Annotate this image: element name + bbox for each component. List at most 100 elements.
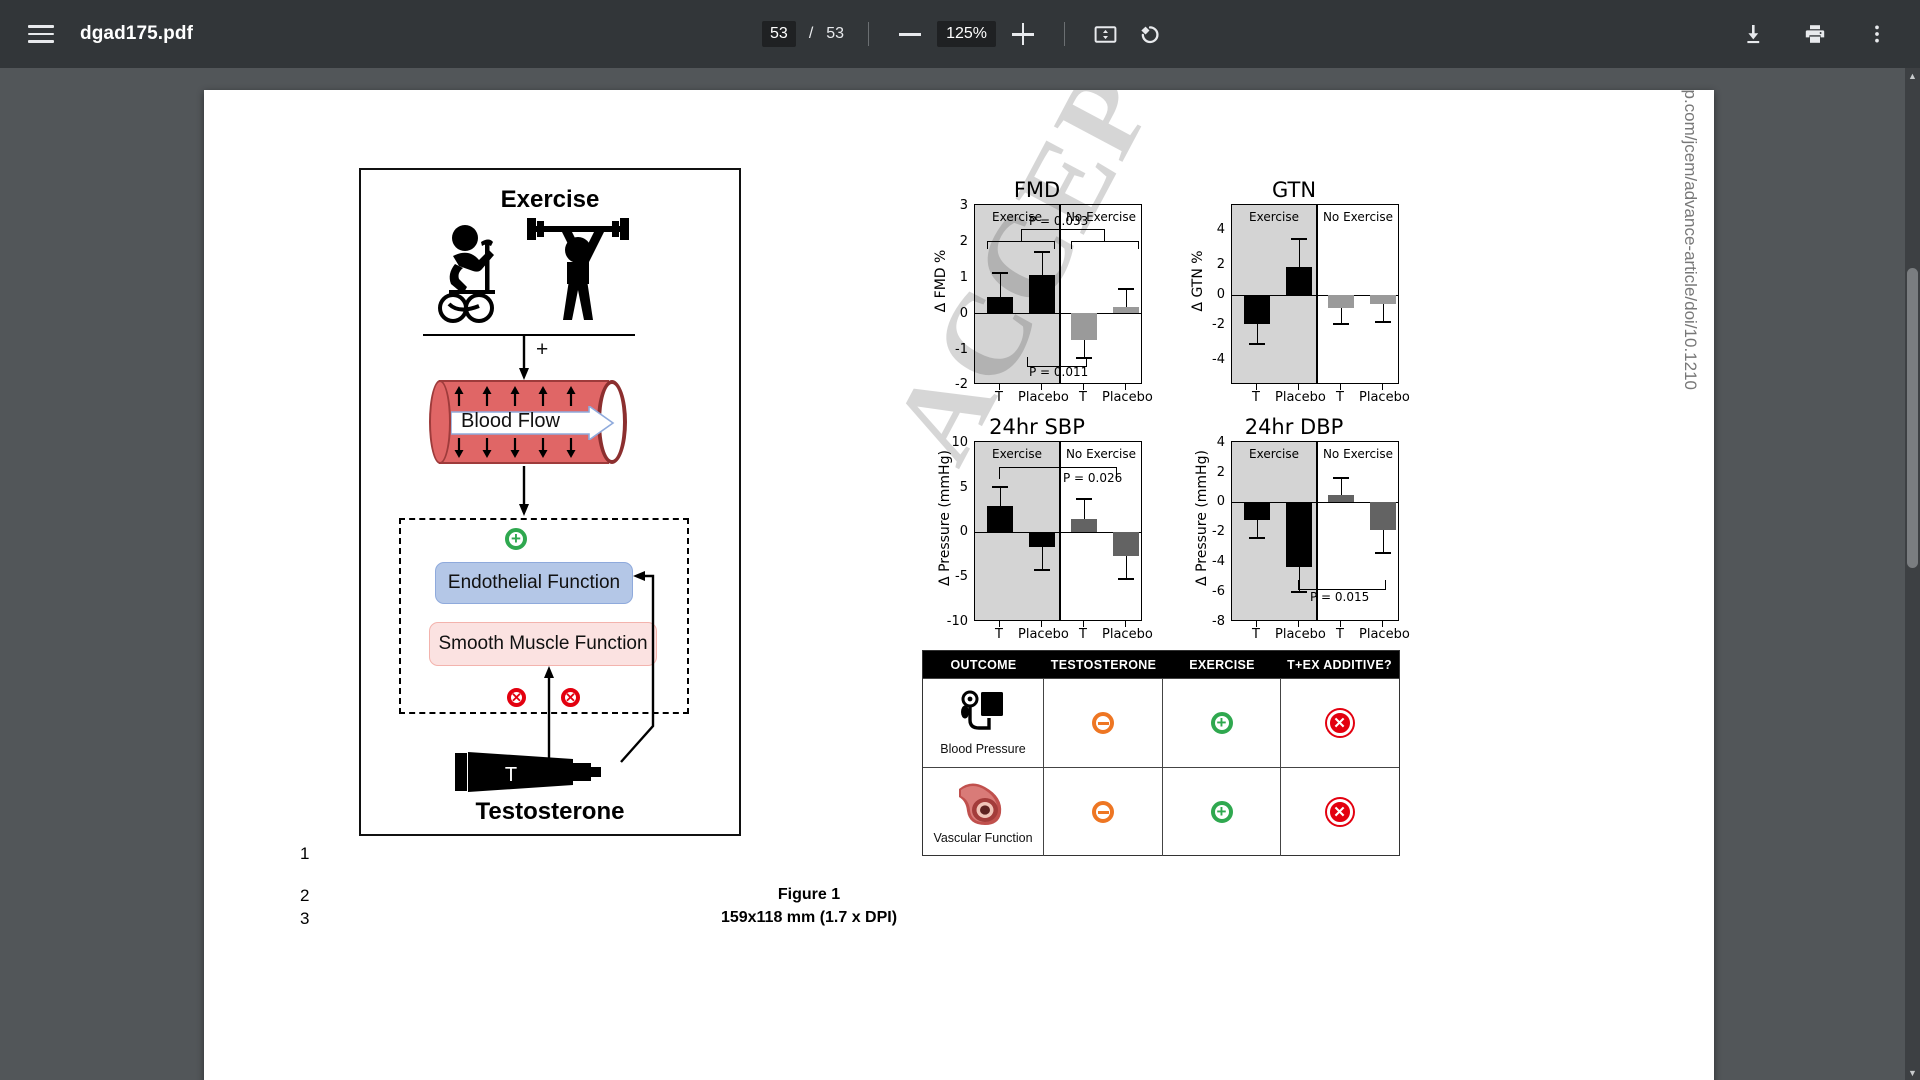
scrollbar-thumb[interactable]	[1907, 268, 1918, 568]
zoom-in-button[interactable]	[1006, 17, 1040, 51]
diagram-title: Exercise	[500, 186, 600, 213]
chart-sbp-pvalue-1: P = 0.026	[1063, 471, 1123, 485]
chart-fmd-pvalue-1: P = 0.033	[1029, 214, 1089, 228]
testosterone-tube-icon: T	[455, 752, 601, 792]
chart-fmd-ytick-1: 2	[959, 234, 968, 249]
print-button[interactable]	[1798, 17, 1832, 51]
fit-to-page-button[interactable]	[1089, 17, 1123, 51]
chart-gtn: GTN Δ GTN % Exercise No Exercise 4 2 0 -…	[1179, 178, 1410, 408]
summary-header-outcome: OUTCOME	[950, 657, 1017, 672]
chart-dbp-xtick-2: T	[1336, 627, 1344, 642]
scroll-up-arrow[interactable]: ▲	[1905, 68, 1920, 83]
zoom-level-display[interactable]: 125%	[937, 21, 996, 47]
chart-dbp-xtick-0: T	[1252, 627, 1260, 642]
chart-gtn-bar-2	[1286, 267, 1312, 295]
chart-fmd-bar-1	[987, 297, 1013, 313]
chart-gtn-ytick-0: 4	[1216, 222, 1225, 237]
chart-sbp-ytick-1: 5	[959, 480, 968, 495]
svg-text:T: T	[505, 764, 517, 786]
chart-gtn-xtick-0: T	[1252, 390, 1260, 405]
chart-fmd-ytick-3: 0	[959, 306, 968, 321]
chart-fmd-plot: Exercise No Exercise P = 0.033 P = 0.011	[974, 204, 1142, 384]
chart-gtn-xtick-3: Placebo	[1359, 390, 1410, 405]
chart-dbp-ytick-1: 2	[1216, 465, 1225, 480]
chart-dbp-ytick-3: -2	[1212, 524, 1225, 539]
toolbar-right-group	[1736, 17, 1920, 51]
toolbar-left-group: dgad175.pdf	[0, 17, 193, 51]
fit-to-page-icon	[1095, 25, 1117, 43]
chart-sbp-group-1: Exercise	[992, 447, 1042, 461]
chart-dbp-group-2: No Exercise	[1322, 447, 1394, 461]
pdf-viewer: Exercise + Blood Flow + Endothelial Func…	[0, 68, 1920, 1080]
summary-cell-testosterone-bp	[1044, 679, 1163, 767]
block-icon-1: ✕	[507, 688, 526, 707]
chart-gtn-ytick-3: -2	[1212, 317, 1225, 332]
download-source-watermark: Downloaded from https://academic.oup.com…	[1681, 90, 1700, 390]
summary-cell-outcome-bp: Blood Pressure	[923, 679, 1044, 767]
chart-fmd-xtick-2: T	[1079, 390, 1087, 405]
chart-sbp-xtick-2: T	[1079, 627, 1087, 642]
blood-flow-label: Blood Flow	[461, 410, 560, 432]
chart-sbp-ytick-4: -10	[946, 614, 968, 629]
summary-header-exercise: EXERCISE	[1189, 657, 1255, 672]
arrow-down-2	[519, 466, 529, 516]
chart-gtn-ytick-2: 0	[1216, 287, 1225, 302]
chart-dbp-ytick-0: 4	[1216, 435, 1225, 450]
chart-sbp-bar-4	[1113, 532, 1139, 556]
chart-gtn-bar-4	[1370, 295, 1396, 304]
chart-dbp-bar-3	[1328, 495, 1354, 502]
chart-fmd-xtick-1: Placebo	[1018, 390, 1069, 405]
chart-fmd-bar-2	[1029, 275, 1055, 313]
page-number-input[interactable]: 53	[762, 21, 796, 47]
chart-sbp: 24hr SBP Δ Pressure (mmHg) Exercise No E…	[922, 415, 1153, 645]
download-button[interactable]	[1736, 17, 1770, 51]
more-options-button[interactable]	[1860, 17, 1894, 51]
line-number-1: 1	[300, 844, 310, 863]
toolbar-divider-2	[1063, 22, 1065, 46]
scroll-down-arrow[interactable]: ▼	[1905, 1065, 1920, 1080]
chart-dbp-ytick-2: 0	[1216, 494, 1225, 509]
chart-sbp-bar-3	[1071, 519, 1097, 532]
chart-dbp-pvalue-1: P = 0.015	[1310, 590, 1370, 604]
more-vertical-icon	[1875, 25, 1879, 43]
chart-dbp-bar-2	[1286, 502, 1312, 567]
chart-fmd-bar-4	[1113, 307, 1139, 313]
figure-area: Exercise + Blood Flow + Endothelial Func…	[204, 90, 1714, 1080]
summary-cell-exercise-vascular: +	[1163, 768, 1281, 856]
chart-gtn-bar-3	[1328, 295, 1354, 308]
chart-dbp: 24hr DBP Δ Pressure (mmHg) Exercise No E…	[1179, 415, 1410, 645]
chart-dbp-ytick-4: -4	[1212, 554, 1225, 569]
inhibition-arrows	[544, 571, 655, 770]
summary-cell-additive-bp: ✕	[1281, 679, 1398, 767]
download-icon	[1747, 25, 1760, 44]
chart-dbp-plot: Exercise No Exercise P = 0.015	[1231, 441, 1399, 621]
pdf-toolbar: dgad175.pdf 53 / 53 125%	[0, 0, 1920, 68]
chart-sbp-xtick-1: Placebo	[1018, 627, 1069, 642]
chart-fmd: FMD Δ FMD % Exercise No Exercise P = 0.0…	[922, 178, 1153, 408]
vertical-scrollbar[interactable]: ▲ ▼	[1905, 68, 1920, 1080]
chart-dbp-ytick-5: -6	[1212, 584, 1225, 599]
rotate-counterclockwise-button[interactable]	[1133, 17, 1167, 51]
hamburger-menu-icon[interactable]	[24, 17, 58, 51]
chart-dbp-bar-1	[1244, 502, 1270, 520]
chart-fmd-bar-3	[1071, 313, 1097, 340]
conceptual-diagram: Exercise + Blood Flow + Endothelial Func…	[359, 168, 741, 836]
summary-header-additive: T+EX ADDITIVE?	[1287, 657, 1392, 672]
toolbar-divider-1	[868, 22, 870, 46]
plus-sign-label: +	[536, 338, 549, 361]
chart-gtn-group-2: No Exercise	[1322, 210, 1394, 224]
zoom-out-button[interactable]	[893, 17, 927, 51]
print-icon	[1805, 25, 1825, 43]
chart-dbp-group-1: Exercise	[1249, 447, 1299, 461]
chart-sbp-bar-2	[1029, 532, 1055, 547]
page-separator: /	[808, 25, 814, 42]
blood-vessel-graphic: Blood Flow	[429, 380, 637, 464]
chart-fmd-ytick-5: -2	[955, 377, 968, 392]
summary-cell-additive-vascular: ✕	[1281, 768, 1398, 856]
table-row: Blood Pressure + ✕	[923, 678, 1399, 767]
chart-dbp-bar-4	[1370, 502, 1396, 530]
chart-gtn-ytick-1: 2	[1216, 257, 1225, 272]
summary-cell-outcome-vascular: Vascular Function	[923, 768, 1044, 856]
figure-caption-subtitle: 159x118 mm (1.7 x DPI)	[720, 909, 898, 926]
total-pages: 53	[826, 25, 845, 42]
